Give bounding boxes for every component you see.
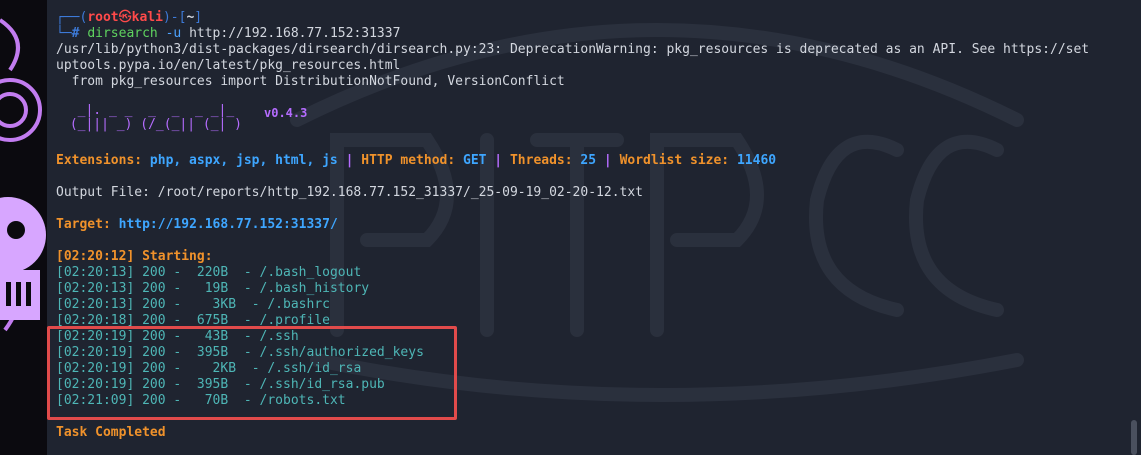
result-row: [02:20:13] 200 - 19B - /.bash_history — [56, 281, 370, 296]
warning-line-3: from pkg_resources import DistributionNo… — [56, 74, 565, 89]
result-status: 200 — [142, 281, 166, 296]
command-name: dirsearch — [87, 26, 158, 41]
target-line: Target: http://192.168.77.152:31337/ — [56, 217, 338, 233]
output-file-line: Output File: /root/reports/http_192.168.… — [56, 185, 643, 200]
result-path: /.bashrc — [267, 297, 330, 312]
prompt-hash: # — [71, 26, 80, 41]
target-label: Target: — [56, 217, 119, 232]
warning-line-2: uptools.pypa.io/en/latest/pkg_resources.… — [56, 58, 401, 73]
command-url: http://192.168.77.152:31337 — [189, 26, 401, 41]
result-path: /.bash_logout — [259, 265, 362, 280]
extensions-label: Extensions: — [56, 153, 150, 168]
starting-line: [02:20:12] Starting: — [56, 249, 213, 264]
separator: | — [486, 153, 510, 168]
prompt-frame-mid: )-[ — [162, 10, 187, 25]
task-completed-line: Task Completed — [56, 425, 166, 440]
result-size: 220B — [189, 265, 229, 280]
http-method-label: HTTP method: — [361, 153, 463, 168]
prompt-user: root — [87, 10, 119, 25]
dirsearch-version: v0.4.3 — [264, 106, 308, 120]
config-line: Extensions: php, aspx, jsp, html, js | H… — [56, 153, 776, 169]
extensions-value: php, aspx, jsp, html, js — [149, 153, 338, 168]
prompt-frame-bottom: └─ — [56, 26, 72, 41]
result-time: [02:20:13] — [56, 297, 135, 312]
scrollbar[interactable] — [1125, 0, 1141, 455]
result-time: [02:20:13] — [56, 265, 135, 280]
prompt-line: ┌──(root㉿kali)-[~] — [56, 10, 202, 26]
result-path: /.bash_history — [259, 281, 370, 296]
left-wallpaper-strip — [0, 0, 47, 455]
threads-value: 25 — [580, 153, 597, 168]
separator: | — [337, 153, 362, 168]
result-status: 200 — [142, 265, 166, 280]
result-size: 3KB — [189, 297, 237, 312]
separator: | — [596, 153, 620, 168]
http-method-value: GET — [463, 153, 487, 168]
highlight-box — [47, 326, 457, 420]
skull-wallpaper-icon — [0, 18, 46, 332]
target-value: http://192.168.77.152:31337/ — [118, 217, 338, 232]
result-row: [02:20:13] 200 - 3KB - /.bashrc — [56, 297, 330, 312]
result-row: [02:20:13] 200 - 220B - /.bash_logout — [56, 265, 362, 280]
command-line[interactable]: └─# dirsearch -u http://192.168.77.152:3… — [56, 26, 400, 42]
dirsearch-banner-art: _|. _ _ _ _ _ _|_ (_||| _) (/_(_|| (_| ) — [69, 103, 243, 132]
result-time: [02:20:13] — [56, 281, 135, 296]
prompt-host: kali — [131, 10, 163, 25]
command-flag: -u — [165, 26, 182, 41]
result-status: 200 — [142, 297, 166, 312]
wordlist-value: 11460 — [736, 153, 777, 168]
prompt-skull-icon: ㉿ — [118, 10, 132, 25]
scrollbar-thumb[interactable] — [1131, 420, 1137, 455]
warning-line-1: /usr/lib/python3/dist-packages/dirsearch… — [56, 42, 1090, 57]
prompt-frame-top: ┌──( — [56, 10, 88, 25]
threads-label: Threads: — [509, 153, 581, 168]
result-size: 19B — [189, 281, 229, 296]
prompt-frame-end: ] — [194, 10, 203, 25]
terminal-window[interactable]: ┌──(root㉿kali)-[~] └─# dirsearch -u http… — [47, 0, 1141, 455]
wordlist-label: Wordlist size: — [619, 153, 737, 168]
